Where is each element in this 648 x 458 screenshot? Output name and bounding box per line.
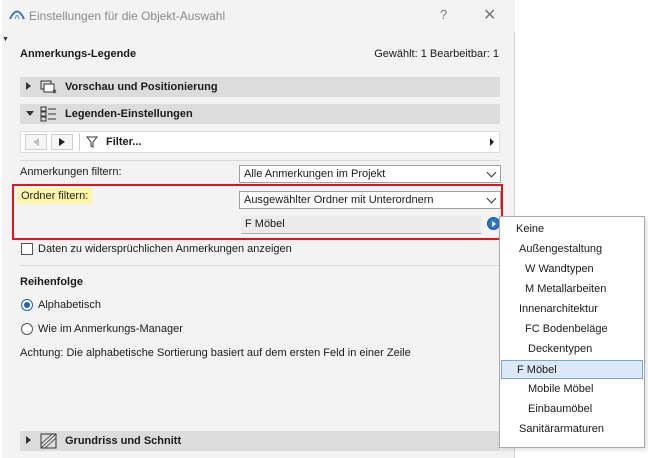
popup-item-label: Außengestaltung	[519, 243, 603, 255]
sort-warning-note: Achtung: Die alphabetische Sortierung ba…	[20, 347, 411, 359]
divider	[20, 265, 500, 266]
section-preview-label: Vorschau und Positionierung	[65, 81, 218, 93]
popup-item-label: Einbaumöbel	[528, 403, 593, 415]
section-legend-header[interactable]: Legenden-Einstellungen	[20, 104, 500, 124]
popup-item[interactable]: FC Bodenbeläge	[501, 320, 643, 339]
section-floorplan-label: Grundriss und Schnitt	[65, 435, 182, 447]
arrow-left-icon	[33, 138, 39, 146]
previous-button[interactable]	[25, 134, 47, 150]
arrow-right-icon	[59, 138, 65, 146]
filter-navigation-bar: Filter...	[20, 131, 500, 153]
section-floorplan-header[interactable]: Grundriss und Schnitt	[20, 431, 500, 451]
popup-item-label: Innenarchitektur	[519, 303, 598, 315]
filter-selector[interactable]: Filter...	[79, 133, 498, 151]
popup-item[interactable]: Innenarchitektur	[501, 300, 643, 319]
folder-popup-menu: Keine Außengestaltung W Wandtypen M Metalla…	[499, 216, 645, 448]
manager-order-label: Wie im Anmerkungs-Manager	[38, 323, 183, 335]
chevron-down-icon	[486, 167, 497, 178]
filter-expand-icon	[490, 138, 494, 146]
alphabetical-radio[interactable]	[21, 299, 33, 311]
popup-item-label: M Metallarbeiten	[525, 283, 607, 295]
popup-item[interactable]: Außengestaltung	[501, 240, 643, 259]
filter-funnel-icon	[86, 136, 98, 148]
floorplan-section-icon	[40, 433, 57, 449]
folder-filter-label: Ordner filtern:	[17, 188, 93, 204]
popup-item-label: W Wandtypen	[525, 263, 594, 275]
collapse-arrow-icon	[26, 111, 34, 116]
popup-item-label: Mobile Möbel	[528, 383, 594, 395]
annotations-filter-dropdown[interactable]: Alle Anmerkungen im Projekt	[239, 165, 501, 183]
close-button[interactable]: ✕	[483, 5, 496, 25]
popup-item[interactable]: Deckentypen	[501, 340, 643, 359]
popup-item[interactable]: M Metallarbeiten	[501, 280, 643, 299]
filter-label: Filter...	[106, 136, 142, 148]
archicad-logo-icon	[9, 10, 25, 20]
popup-item[interactable]: W Wandtypen	[501, 260, 643, 279]
annotations-filter-label: Anmerkungen filtern:	[20, 166, 122, 178]
popup-item[interactable]: Mobile Möbel	[501, 380, 643, 399]
next-button[interactable]	[51, 134, 73, 150]
section-preview-header[interactable]: Vorschau und Positionierung	[20, 77, 500, 97]
conflict-data-label: Daten zu widersprüchlichen Anmerkungen a…	[38, 243, 292, 255]
popup-item-label: Keine	[516, 223, 545, 235]
preview-position-icon	[40, 80, 57, 94]
folder-filter-dropdown[interactable]: Ausgewählter Ordner mit Unterordnern	[239, 191, 501, 209]
selected-folder-field: F Möbel	[241, 216, 481, 234]
popup-item-label: Deckentypen	[528, 343, 593, 355]
folder-filter-value: Ausgewählter Ordner mit Unterordnern	[244, 194, 434, 206]
popup-item-label: Sanitärarmaturen	[519, 423, 604, 435]
title-bar[interactable]: Einstellungen für die Objekt-Auswahl ? ✕	[2, 0, 515, 32]
selected-folder-name: F Möbel	[245, 218, 285, 230]
conflict-data-checkbox[interactable]	[21, 243, 33, 255]
window-title: Einstellungen für die Objekt-Auswahl	[29, 9, 226, 23]
popup-item[interactable]: Einbaumöbel	[501, 400, 643, 419]
settings-dialog: Einstellungen für die Objekt-Auswahl ? ✕…	[2, 0, 515, 458]
element-type-label: Anmerkungs-Legende	[20, 48, 137, 60]
order-heading: Reihenfolge	[20, 276, 83, 288]
chevron-down-icon	[486, 193, 497, 204]
help-button[interactable]: ?	[440, 7, 447, 22]
section-legend-label: Legenden-Einstellungen	[65, 108, 193, 120]
selection-status: Gewählt: 1 Bearbeitbar: 1	[374, 48, 499, 60]
popup-item-label: FC Bodenbeläge	[525, 323, 608, 335]
popup-item[interactable]: Keine	[501, 220, 643, 239]
expand-arrow-icon	[26, 82, 31, 90]
expand-arrow-icon	[26, 436, 31, 444]
annotations-filter-value: Alle Anmerkungen im Projekt	[244, 168, 386, 180]
popup-item[interactable]: F Möbel	[501, 360, 643, 379]
collapse-marker-icon: ▼	[2, 36, 9, 43]
legend-settings-icon	[40, 106, 56, 122]
divider	[20, 160, 500, 161]
manager-order-radio[interactable]	[21, 323, 33, 335]
popup-item-label: F Möbel	[517, 364, 557, 376]
popup-item[interactable]: Sanitärarmaturen	[501, 420, 643, 439]
alphabetical-label: Alphabetisch	[38, 299, 101, 311]
